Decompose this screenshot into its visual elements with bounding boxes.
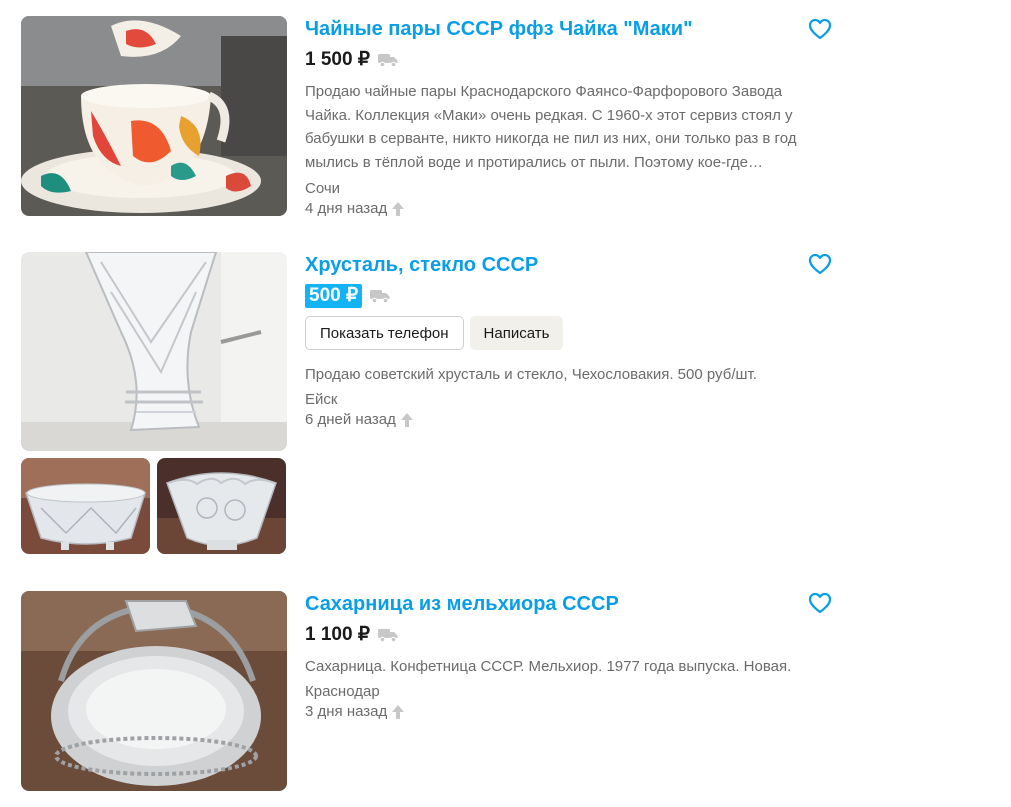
heart-icon[interactable] [808, 18, 832, 40]
listing-photo-extra[interactable] [157, 458, 286, 554]
listing-description: Продаю советский хрусталь и стекло, Чехо… [305, 366, 757, 383]
price-row: 1 500 ₽ [305, 47, 830, 73]
listing-city: Сочи [305, 180, 341, 197]
listing-title[interactable]: Чайные пары СССР ффз Чайка "Маки" [305, 16, 830, 42]
listing-photo[interactable] [21, 252, 287, 451]
raise-arrow-icon [391, 704, 405, 720]
listing-title[interactable]: Сахарница из мельхиора СССР [305, 591, 830, 617]
listing-photo[interactable] [21, 16, 287, 216]
listing-date-text: 4 дня назад [305, 200, 388, 217]
listing-price: 1 500 ₽ [305, 49, 370, 70]
listing-description: Сахарница. Конфетница СССР. Мельхиор. 19… [305, 658, 792, 675]
listing-title[interactable]: Хрусталь, стекло СССР [305, 252, 830, 278]
delivery-truck-icon [378, 628, 398, 642]
listing-photo[interactable] [21, 591, 287, 791]
contact-buttons: Показать телефон Написать [305, 316, 830, 350]
listing-date-text: 6 дней назад [305, 410, 396, 428]
listing-city: Краснодар [305, 682, 380, 700]
listing-date: 6 дней назад [305, 410, 830, 430]
raise-arrow-icon [400, 412, 414, 428]
price-row: 1 100 ₽ [305, 622, 830, 648]
listing-price: 1 100 ₽ [305, 624, 370, 645]
listing-price: 500 ₽ [305, 284, 363, 308]
listing-photo-extra[interactable] [21, 458, 150, 554]
delivery-truck-icon [378, 53, 398, 67]
write-message-button[interactable]: Написать [469, 316, 564, 350]
price-row: 500 ₽ [305, 283, 830, 309]
listing-date-text: 3 дня назад [305, 702, 388, 720]
listing-date: 3 дня назад [305, 702, 830, 722]
listing-date: 4 дня назад [305, 199, 830, 219]
listing-city: Ейск [305, 390, 338, 408]
delivery-truck-icon [370, 289, 390, 303]
show-phone-button[interactable]: Показать телефон [305, 316, 464, 350]
heart-icon[interactable] [808, 253, 832, 275]
heart-icon[interactable] [808, 592, 832, 614]
raise-arrow-icon [391, 201, 405, 217]
listing-description: Продаю чайные пары Краснодарского Фаянсо… [305, 83, 797, 171]
